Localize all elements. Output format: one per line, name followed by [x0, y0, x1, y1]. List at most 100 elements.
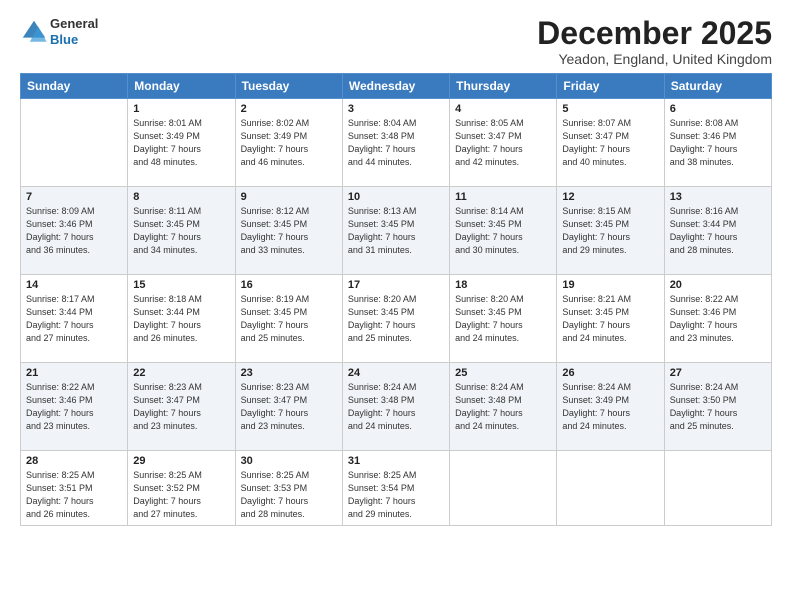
- day-number: 5: [562, 103, 658, 115]
- calendar-cell: 29 Sunrise: 8:25 AMSunset: 3:52 PMDayligh…: [128, 451, 235, 526]
- day-number: 28: [26, 455, 122, 467]
- calendar-cell: 11Sunrise: 8:14 AMSunset: 3:45 PMDayligh…: [450, 187, 557, 275]
- day-number: 21: [26, 367, 122, 379]
- day-info: Sunrise: 8:11 AMSunset: 3:45 PMDaylight:…: [133, 205, 229, 257]
- day-number: 3: [348, 103, 444, 115]
- day-info: Sunrise: 8:25 AMSunset: 3:52 PMDaylight:…: [133, 469, 229, 521]
- calendar-cell: [21, 99, 128, 187]
- day-info: Sunrise: 8:19 AMSunset: 3:45 PMDaylight:…: [241, 293, 337, 345]
- month-title: December 2025: [537, 16, 772, 51]
- day-info: Sunrise: 8:04 AMSunset: 3:48 PMDaylight:…: [348, 117, 444, 169]
- calendar-cell: 24Sunrise: 8:24 AMSunset: 3:48 PMDayligh…: [342, 363, 449, 451]
- day-info: Sunrise: 8:24 AMSunset: 3:50 PMDaylight:…: [670, 381, 766, 433]
- logo: General Blue: [20, 16, 98, 47]
- logo-general: General: [50, 16, 98, 32]
- calendar-week-3: 14 Sunrise: 8:17 AMSunset: 3:44 PMDayligh…: [21, 275, 772, 363]
- day-info: Sunrise: 8:20 AMSunset: 3:45 PMDaylight:…: [348, 293, 444, 345]
- calendar-header-row: SundayMondayTuesdayWednesdayThursdayFrid…: [21, 74, 772, 99]
- col-header-saturday: Saturday: [664, 74, 771, 99]
- calendar-cell: 13 Sunrise: 8:16 AMSunset: 3:44 PMDayligh…: [664, 187, 771, 275]
- col-header-sunday: Sunday: [21, 74, 128, 99]
- calendar-cell: 27 Sunrise: 8:24 AMSunset: 3:50 PMDayligh…: [664, 363, 771, 451]
- calendar-week-2: 7Sunrise: 8:09 AMSunset: 3:46 PMDaylight…: [21, 187, 772, 275]
- day-number: 30: [241, 455, 337, 467]
- day-info: Sunrise: 8:25 AMSunset: 3:51 PMDaylight:…: [26, 469, 122, 521]
- day-number: 13: [670, 191, 766, 203]
- day-number: 24: [348, 367, 444, 379]
- day-number: 27: [670, 367, 766, 379]
- day-number: 2: [241, 103, 337, 115]
- day-info: Sunrise: 8:24 AMSunset: 3:49 PMDaylight:…: [562, 381, 658, 433]
- day-info: Sunrise: 8:22 AMSunset: 3:46 PMDaylight:…: [670, 293, 766, 345]
- day-info: Sunrise: 8:25 AMSunset: 3:53 PMDaylight:…: [241, 469, 337, 521]
- day-info: Sunrise: 8:23 AMSunset: 3:47 PMDaylight:…: [241, 381, 337, 433]
- day-number: 7: [26, 191, 122, 203]
- logo-blue: Blue: [50, 32, 98, 48]
- day-info: Sunrise: 8:24 AMSunset: 3:48 PMDaylight:…: [455, 381, 551, 433]
- page-container: General Blue December 2025 Yeadon, Engla…: [0, 0, 792, 612]
- day-info: Sunrise: 8:17 AMSunset: 3:44 PMDaylight:…: [26, 293, 122, 345]
- col-header-wednesday: Wednesday: [342, 74, 449, 99]
- calendar-cell: 5 Sunrise: 8:07 AMSunset: 3:47 PMDaylight…: [557, 99, 664, 187]
- calendar-cell: 16 Sunrise: 8:19 AMSunset: 3:45 PMDayligh…: [235, 275, 342, 363]
- calendar-cell: 1Sunrise: 8:01 AMSunset: 3:49 PMDaylight…: [128, 99, 235, 187]
- day-number: 4: [455, 103, 551, 115]
- calendar-cell: 9 Sunrise: 8:12 AMSunset: 3:45 PMDaylight…: [235, 187, 342, 275]
- calendar-cell: 10Sunrise: 8:13 AMSunset: 3:45 PMDayligh…: [342, 187, 449, 275]
- day-number: 25: [455, 367, 551, 379]
- day-number: 17: [348, 279, 444, 291]
- day-info: Sunrise: 8:07 AMSunset: 3:47 PMDaylight:…: [562, 117, 658, 169]
- calendar-cell: 15Sunrise: 8:18 AMSunset: 3:44 PMDayligh…: [128, 275, 235, 363]
- logo-icon: [20, 18, 48, 46]
- calendar-cell: 25 Sunrise: 8:24 AMSunset: 3:48 PMDayligh…: [450, 363, 557, 451]
- day-info: Sunrise: 8:15 AMSunset: 3:45 PMDaylight:…: [562, 205, 658, 257]
- calendar-cell: 23 Sunrise: 8:23 AMSunset: 3:47 PMDayligh…: [235, 363, 342, 451]
- calendar-cell: [557, 451, 664, 526]
- col-header-monday: Monday: [128, 74, 235, 99]
- calendar-cell: 30 Sunrise: 8:25 AMSunset: 3:53 PMDayligh…: [235, 451, 342, 526]
- day-number: 26: [562, 367, 658, 379]
- day-number: 23: [241, 367, 337, 379]
- title-block: December 2025 Yeadon, England, United Ki…: [537, 16, 772, 67]
- calendar-cell: 7Sunrise: 8:09 AMSunset: 3:46 PMDaylight…: [21, 187, 128, 275]
- day-number: 19: [562, 279, 658, 291]
- calendar-cell: 28 Sunrise: 8:25 AMSunset: 3:51 PMDayligh…: [21, 451, 128, 526]
- calendar-cell: 6 Sunrise: 8:08 AMSunset: 3:46 PMDaylight…: [664, 99, 771, 187]
- day-number: 14: [26, 279, 122, 291]
- calendar-cell: 22 Sunrise: 8:23 AMSunset: 3:47 PMDayligh…: [128, 363, 235, 451]
- day-info: Sunrise: 8:16 AMSunset: 3:44 PMDaylight:…: [670, 205, 766, 257]
- calendar-week-1: 1Sunrise: 8:01 AMSunset: 3:49 PMDaylight…: [21, 99, 772, 187]
- logo-text: General Blue: [50, 16, 98, 47]
- calendar-cell: 21 Sunrise: 8:22 AMSunset: 3:46 PMDayligh…: [21, 363, 128, 451]
- day-number: 31: [348, 455, 444, 467]
- day-info: Sunrise: 8:08 AMSunset: 3:46 PMDaylight:…: [670, 117, 766, 169]
- day-info: Sunrise: 8:22 AMSunset: 3:46 PMDaylight:…: [26, 381, 122, 433]
- calendar-cell: 31 Sunrise: 8:25 AMSunset: 3:54 PMDayligh…: [342, 451, 449, 526]
- calendar-cell: [450, 451, 557, 526]
- day-number: 18: [455, 279, 551, 291]
- location: Yeadon, England, United Kingdom: [537, 51, 772, 67]
- day-number: 16: [241, 279, 337, 291]
- day-info: Sunrise: 8:01 AMSunset: 3:49 PMDaylight:…: [133, 117, 229, 169]
- day-info: Sunrise: 8:23 AMSunset: 3:47 PMDaylight:…: [133, 381, 229, 433]
- calendar-cell: 26 Sunrise: 8:24 AMSunset: 3:49 PMDayligh…: [557, 363, 664, 451]
- day-number: 20: [670, 279, 766, 291]
- day-number: 9: [241, 191, 337, 203]
- day-number: 10: [348, 191, 444, 203]
- calendar-table: SundayMondayTuesdayWednesdayThursdayFrid…: [20, 73, 772, 526]
- day-number: 22: [133, 367, 229, 379]
- day-info: Sunrise: 8:25 AMSunset: 3:54 PMDaylight:…: [348, 469, 444, 521]
- calendar-cell: 14 Sunrise: 8:17 AMSunset: 3:44 PMDayligh…: [21, 275, 128, 363]
- calendar-cell: 4 Sunrise: 8:05 AMSunset: 3:47 PMDaylight…: [450, 99, 557, 187]
- day-info: Sunrise: 8:14 AMSunset: 3:45 PMDaylight:…: [455, 205, 551, 257]
- day-number: 6: [670, 103, 766, 115]
- calendar-cell: 3 Sunrise: 8:04 AMSunset: 3:48 PMDaylight…: [342, 99, 449, 187]
- header: General Blue December 2025 Yeadon, Engla…: [20, 16, 772, 67]
- calendar-week-4: 21 Sunrise: 8:22 AMSunset: 3:46 PMDayligh…: [21, 363, 772, 451]
- day-number: 12: [562, 191, 658, 203]
- day-info: Sunrise: 8:12 AMSunset: 3:45 PMDaylight:…: [241, 205, 337, 257]
- day-number: 8: [133, 191, 229, 203]
- day-info: Sunrise: 8:05 AMSunset: 3:47 PMDaylight:…: [455, 117, 551, 169]
- day-number: 29: [133, 455, 229, 467]
- col-header-tuesday: Tuesday: [235, 74, 342, 99]
